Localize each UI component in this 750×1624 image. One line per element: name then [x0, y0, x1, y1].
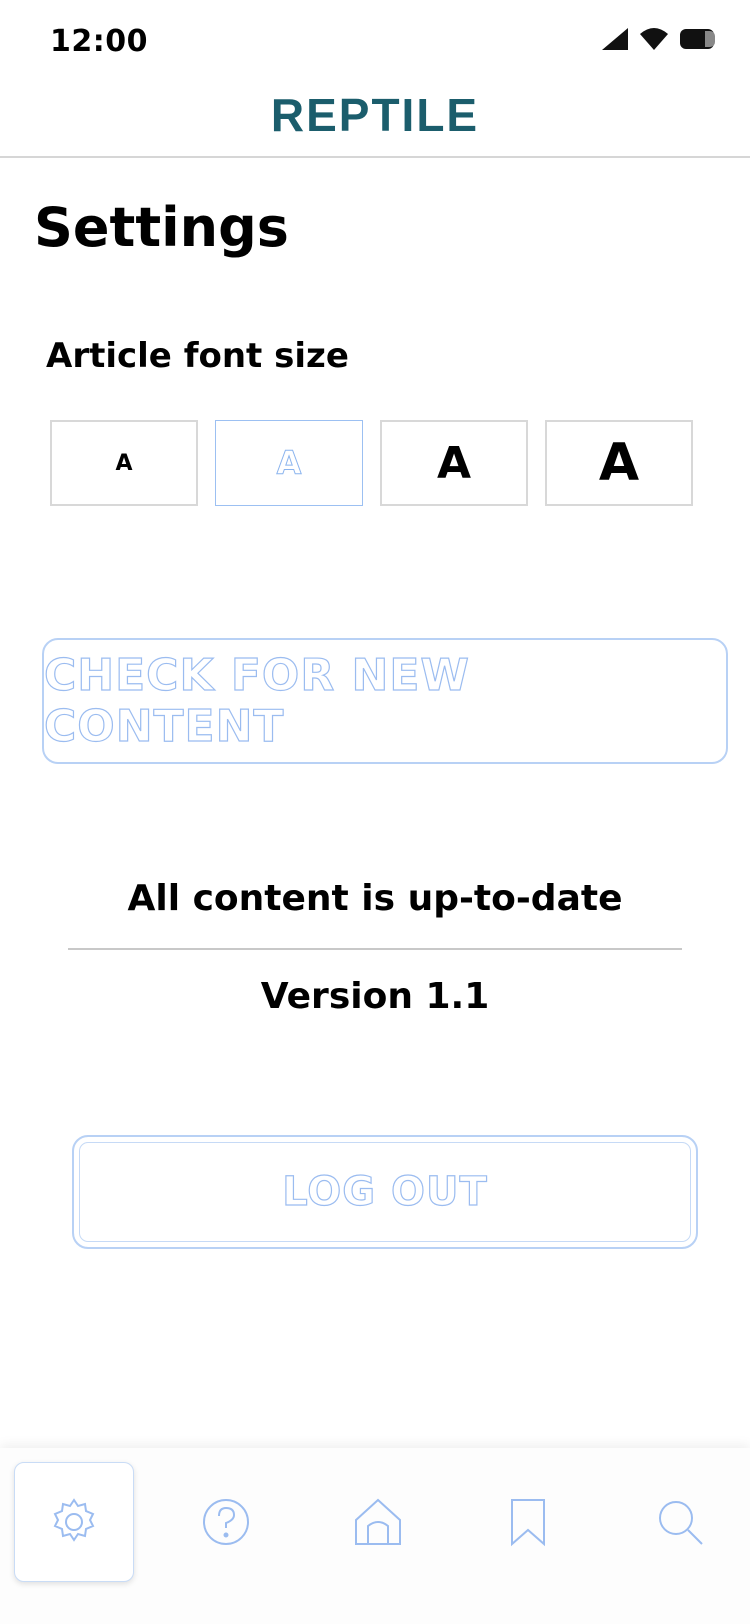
battery-icon — [680, 29, 715, 49]
divider — [68, 948, 682, 950]
gear-icon — [53, 1498, 95, 1542]
nav-bookmarks[interactable] — [468, 1462, 588, 1582]
page-title: Settings — [34, 196, 289, 259]
content-status-text: All content is up-to-date — [127, 878, 623, 919]
search-icon — [659, 1501, 703, 1545]
status-time: 12:00 — [50, 24, 148, 59]
nav-home[interactable] — [318, 1462, 438, 1582]
status-icons — [602, 28, 715, 50]
font-size-xlarge-button[interactable]: A — [545, 420, 693, 506]
wifi-icon — [640, 28, 668, 50]
logout-button[interactable]: LOG OUT — [72, 1135, 698, 1249]
check-new-content-button[interactable]: CHECK FOR NEW CONTENT — [42, 638, 728, 764]
app-logo: REPTILE — [270, 89, 480, 141]
nav-settings[interactable] — [14, 1462, 134, 1582]
nav-help[interactable] — [166, 1462, 286, 1582]
nav-search[interactable] — [620, 1462, 740, 1582]
home-icon — [355, 1498, 401, 1545]
font-size-small-button[interactable]: A — [50, 420, 198, 506]
help-icon — [203, 1499, 249, 1545]
font-size-label: Article font size — [46, 336, 349, 376]
version-text: Version 1.1 — [260, 976, 490, 1017]
bottom-nav — [0, 1448, 750, 1624]
font-size-options: A A A A — [50, 420, 693, 506]
app-header: REPTILE — [0, 84, 750, 158]
font-size-medium-button[interactable]: A — [215, 420, 363, 506]
signal-icon — [602, 28, 628, 50]
status-bar: 12:00 — [0, 0, 750, 84]
bookmark-icon — [511, 1499, 545, 1547]
font-size-large-button[interactable]: A — [380, 420, 528, 506]
